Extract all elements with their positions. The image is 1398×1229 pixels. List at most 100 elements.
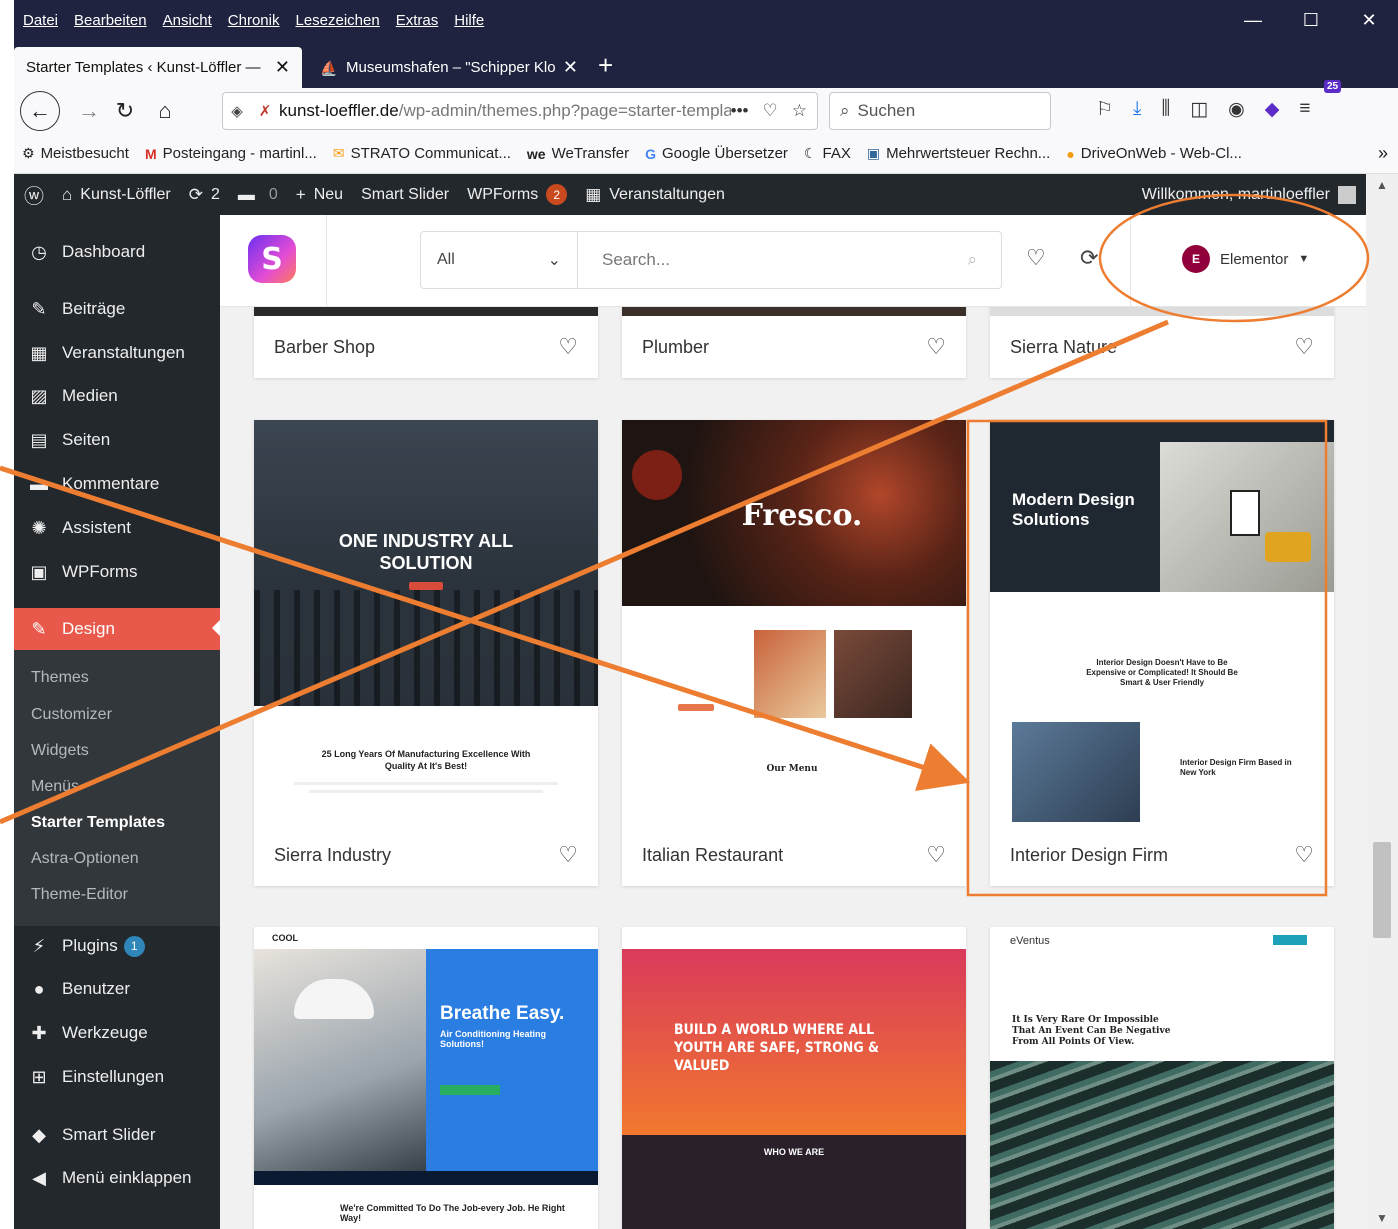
download-icon[interactable]: ⤓: [1133, 98, 1141, 121]
new-tab-button[interactable]: +: [598, 50, 613, 81]
bookmark-star-icon[interactable]: ☆: [792, 101, 807, 121]
pocket-icon[interactable]: ♡: [763, 101, 778, 121]
insecure-lock-icon[interactable]: ✗: [251, 102, 279, 120]
page-builder-select[interactable]: E Elementor ▼: [1182, 245, 1309, 273]
submenu-customizer[interactable]: Customizer: [31, 706, 112, 724]
extension-icon[interactable]: ◆: [1265, 98, 1280, 121]
template-card-plumber[interactable]: Plumber ♡: [622, 295, 966, 378]
sidebar-icon[interactable]: ◫: [1190, 98, 1208, 121]
tab-museumshafen[interactable]: ⛵ Museumshafen – "Schipper Klo ✕: [308, 47, 590, 88]
bookmark-wetransfer[interactable]: we WeTransfer: [527, 145, 629, 162]
template-card-sierra-industry[interactable]: ONE INDUSTRY ALL SOLUTION 25 Long Years …: [254, 420, 598, 886]
sidebar-item-smart-slider[interactable]: ◆ Smart Slider: [14, 1115, 220, 1155]
menu-bearbeiten[interactable]: Bearbeiten: [74, 12, 147, 29]
heart-icon[interactable]: ♡: [1294, 334, 1314, 360]
bookmark-fax[interactable]: ☾ FAX: [804, 145, 851, 162]
submenu-theme-editor[interactable]: Theme-Editor: [31, 886, 128, 904]
close-window-icon[interactable]: ✕: [1340, 0, 1398, 40]
bookmark-mehrwertsteuer[interactable]: ▣ Mehrwertsteuer Rechn...: [867, 145, 1050, 162]
menu-lesezeichen[interactable]: Lesezeichen: [295, 12, 379, 29]
template-card-sierra-nature[interactable]: Sierra Nature ♡: [990, 295, 1334, 378]
heart-icon[interactable]: ♡: [926, 334, 946, 360]
library-icon[interactable]: ⫼: [1161, 98, 1170, 121]
admin-bar-events[interactable]: ▦ Veranstaltungen: [585, 185, 725, 205]
maximize-icon[interactable]: ☐: [1282, 0, 1340, 40]
admin-bar-welcome[interactable]: Willkommen, martinloeffler: [1142, 185, 1356, 204]
scrollbar-thumb[interactable]: [1373, 842, 1391, 938]
sync-icon[interactable]: ⟳: [1080, 245, 1098, 271]
wordpress-logo-icon[interactable]: ⓦ: [24, 180, 44, 209]
menu-extras[interactable]: Extras: [396, 12, 439, 29]
address-bar[interactable]: ◈ ✗ kunst-loeffler.de/wp-admin/themes.ph…: [222, 92, 818, 130]
template-card-eventus[interactable]: eVentus It Is Very Rare Or Impossible Th…: [990, 927, 1334, 1229]
menu-datei[interactable]: Datei: [23, 12, 58, 29]
account-icon[interactable]: ◉: [1228, 98, 1245, 121]
page-scrollbar[interactable]: ▲ ▼: [1366, 174, 1398, 1229]
sidebar-item-menue-einklappen[interactable]: ◀ Menü einklappen: [14, 1158, 220, 1198]
submenu-menues[interactable]: Menüs: [31, 778, 79, 796]
bookmark-posteingang[interactable]: M Posteingang - martinl...: [145, 145, 317, 162]
tab-starter-templates[interactable]: Starter Templates ‹ Kunst-Löffler — ✕: [14, 47, 302, 88]
sidebar-item-veranstaltungen[interactable]: ▦ Veranstaltungen: [14, 333, 220, 373]
minimize-icon[interactable]: —: [1224, 0, 1282, 40]
template-card-italian-restaurant[interactable]: Fresco. Our Menu Italian Restaurant ♡: [622, 420, 966, 886]
scroll-down-icon[interactable]: ▼: [1376, 1211, 1388, 1225]
heart-icon[interactable]: ♡: [558, 334, 578, 360]
menu-hilfe[interactable]: Hilfe: [454, 12, 484, 29]
admin-bar-comments[interactable]: ▬ 0: [238, 185, 278, 205]
template-card-interior-design-firm[interactable]: Modern Design Solutions Interior Design …: [990, 420, 1334, 886]
bookmark-driveonweb[interactable]: ● DriveOnWeb - Web-Cl...: [1066, 145, 1242, 162]
menu-ansicht[interactable]: Ansicht: [163, 12, 212, 29]
bookmark-meistbesucht[interactable]: ⚙ Meistbesucht: [22, 145, 129, 162]
submenu-starter-templates[interactable]: Starter Templates: [31, 814, 165, 832]
admin-bar-new[interactable]: + Neu: [296, 185, 343, 205]
close-tab-icon[interactable]: ✕: [563, 57, 578, 78]
category-select[interactable]: All ⌄: [421, 232, 578, 288]
bookmark-strato[interactable]: ✉ STRATO Communicat...: [333, 145, 511, 162]
sidebar-item-design[interactable]: ✎ Design: [14, 608, 221, 650]
reload-icon[interactable]: ↻: [108, 94, 142, 128]
hamburger-menu-icon[interactable]: ≡: [1299, 98, 1310, 121]
template-card-charity[interactable]: BUILD A WORLD WHERE ALL YOUTH ARE SAFE, …: [622, 927, 966, 1229]
admin-bar-updates[interactable]: ⟳ 2: [189, 185, 220, 205]
shield-icon[interactable]: ◈: [223, 102, 251, 120]
template-card-barber-shop[interactable]: Barber Shop ♡: [254, 295, 598, 378]
sidebar-item-einstellungen[interactable]: ⊞ Einstellungen: [14, 1057, 220, 1097]
back-arrow-icon[interactable]: ←: [20, 91, 60, 131]
sidebar-item-dashboard[interactable]: ◷ Dashboard: [14, 232, 220, 272]
sidebar-item-seiten[interactable]: ▤ Seiten: [14, 420, 220, 460]
template-search-input[interactable]: Search... ⌕: [578, 232, 1001, 288]
sidebar-item-kommentare[interactable]: ▬ Kommentare: [14, 464, 220, 504]
sidebar-item-assistent[interactable]: ✺ Assistent: [14, 508, 220, 548]
close-tab-icon[interactable]: ✕: [275, 57, 290, 78]
sidebar-item-plugins[interactable]: ⚡ Plugins 1: [14, 926, 220, 966]
bookmark-google-uebersetzer[interactable]: G Google Übersetzer: [645, 145, 788, 162]
avatar: [1338, 185, 1356, 204]
sidebar-item-medien[interactable]: ▨ Medien: [14, 376, 220, 416]
home-icon[interactable]: ⌂: [148, 94, 182, 128]
admin-bar-smart-slider[interactable]: Smart Slider: [361, 186, 449, 204]
admin-bar-wpforms[interactable]: WPForms 2: [467, 184, 568, 205]
page-actions-icon[interactable]: •••: [731, 101, 749, 121]
admin-bar-site[interactable]: ⌂ Kunst-Löffler: [62, 185, 171, 205]
scroll-up-icon[interactable]: ▲: [1376, 178, 1388, 192]
sidebar-item-wpforms[interactable]: ▣ WPForms: [14, 552, 220, 592]
template-card-cool[interactable]: COOL Breathe Easy. Air Conditioning Heat…: [254, 927, 598, 1229]
sidebar-item-beitraege[interactable]: ✎ Beiträge: [14, 289, 220, 329]
reading-list-icon[interactable]: ⚐: [1096, 98, 1113, 121]
submenu-themes[interactable]: Themes: [31, 669, 89, 687]
sidebar-item-benutzer[interactable]: ● Benutzer: [14, 969, 220, 1009]
sidebar-item-werkzeuge[interactable]: ✚ Werkzeuge: [14, 1013, 220, 1053]
menu-chronik[interactable]: Chronik: [228, 12, 280, 29]
heart-icon[interactable]: ♡: [558, 842, 578, 868]
heart-icon[interactable]: ♡: [926, 842, 946, 868]
search-bar[interactable]: ⌕ Suchen: [829, 92, 1051, 130]
favorites-heart-icon[interactable]: ♡: [1026, 245, 1046, 271]
submenu-astra-optionen[interactable]: Astra-Optionen: [31, 850, 139, 868]
bookmarks-overflow-icon[interactable]: »: [1378, 143, 1388, 164]
heart-icon[interactable]: ♡: [1294, 842, 1314, 868]
url-text[interactable]: kunst-loeffler.de/wp-admin/themes.php?pa…: [279, 101, 731, 121]
calculator-icon: ▣: [866, 145, 881, 161]
forward-arrow-icon[interactable]: →: [72, 94, 106, 128]
submenu-widgets[interactable]: Widgets: [31, 742, 89, 760]
